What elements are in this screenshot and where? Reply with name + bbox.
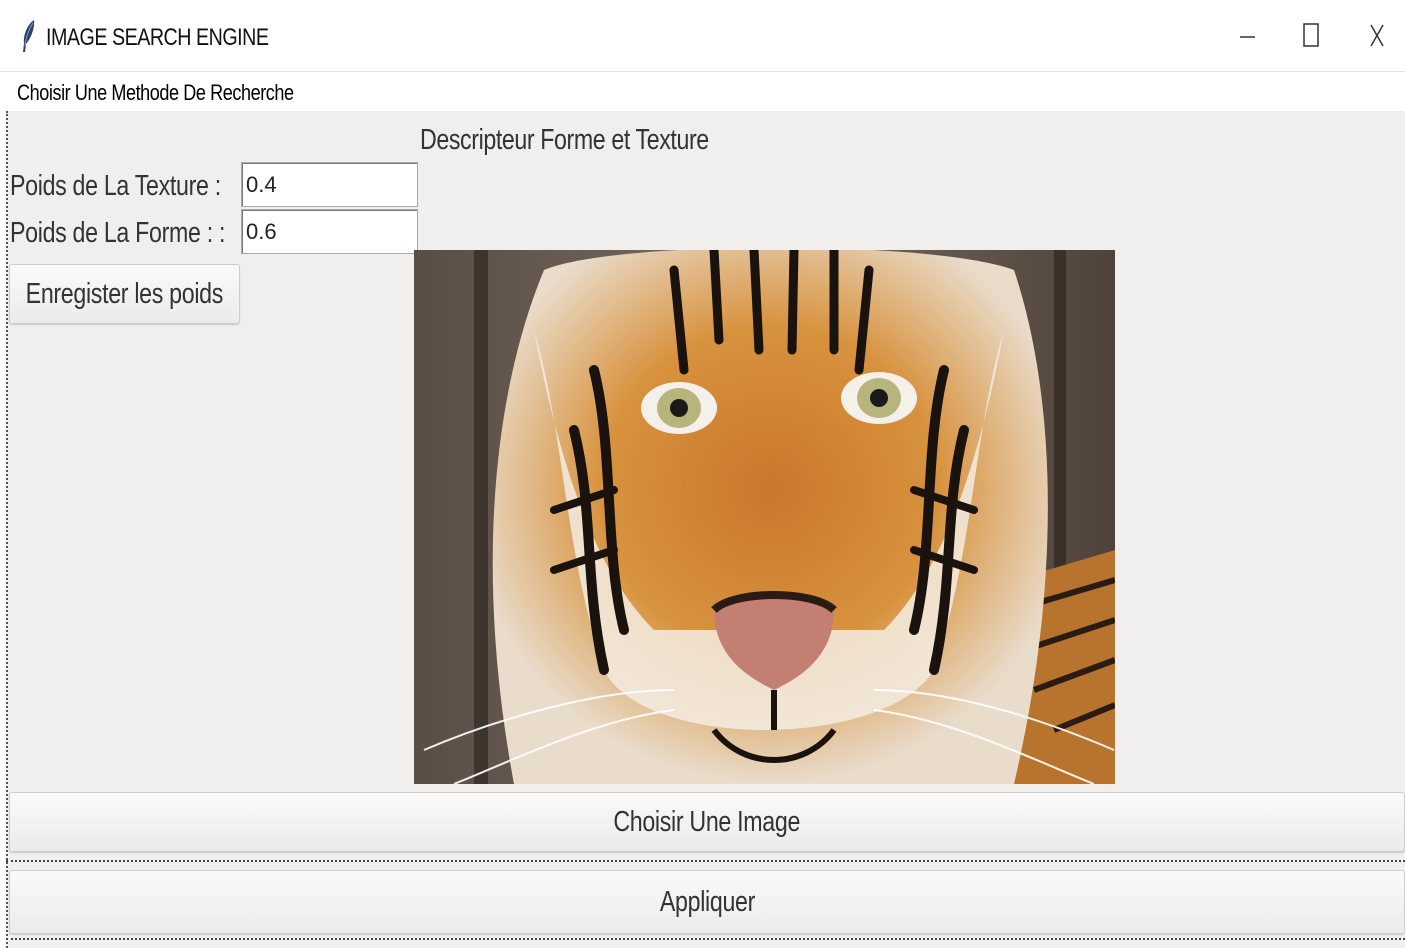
bottom-separator <box>6 938 1405 940</box>
close-icon <box>1370 24 1384 47</box>
image-preview <box>414 250 1115 784</box>
save-weights-button[interactable]: Enregister les poids <box>9 264 240 324</box>
menu-choose-search-method[interactable]: Choisir Une Methode De Recherche <box>17 80 294 106</box>
maximize-button[interactable] <box>1291 18 1331 54</box>
choose-image-label: Choisir Une Image <box>613 805 801 838</box>
texture-weight-input[interactable] <box>241 162 418 207</box>
minimize-button[interactable] <box>1228 18 1268 54</box>
shape-weight-label: Poids de La Forme : : <box>10 217 226 249</box>
texture-weight-label: Poids de La Texture : <box>10 170 221 202</box>
apply-button[interactable]: Appliquer <box>9 870 1405 934</box>
title-bar: IMAGE SEARCH ENGINE <box>0 0 1405 72</box>
apply-label: Appliquer <box>659 885 755 918</box>
close-button[interactable] <box>1357 18 1397 54</box>
save-weights-label: Enregister les poids <box>25 277 224 310</box>
descriptor-title: Descripteur Forme et Texture <box>420 124 709 156</box>
menu-bar: Choisir Une Methode De Recherche <box>0 72 1405 111</box>
minimize-icon <box>1240 36 1255 38</box>
tiger-image <box>414 250 1115 784</box>
feather-icon <box>20 18 38 54</box>
window-title: IMAGE SEARCH ENGINE <box>46 24 269 51</box>
choose-image-button[interactable]: Choisir Une Image <box>9 792 1405 852</box>
app-window: IMAGE SEARCH ENGINE Choisir Une Methode … <box>0 0 1405 948</box>
separator <box>6 860 1405 862</box>
maximize-icon <box>1303 23 1319 47</box>
shape-weight-input[interactable] <box>241 209 418 254</box>
